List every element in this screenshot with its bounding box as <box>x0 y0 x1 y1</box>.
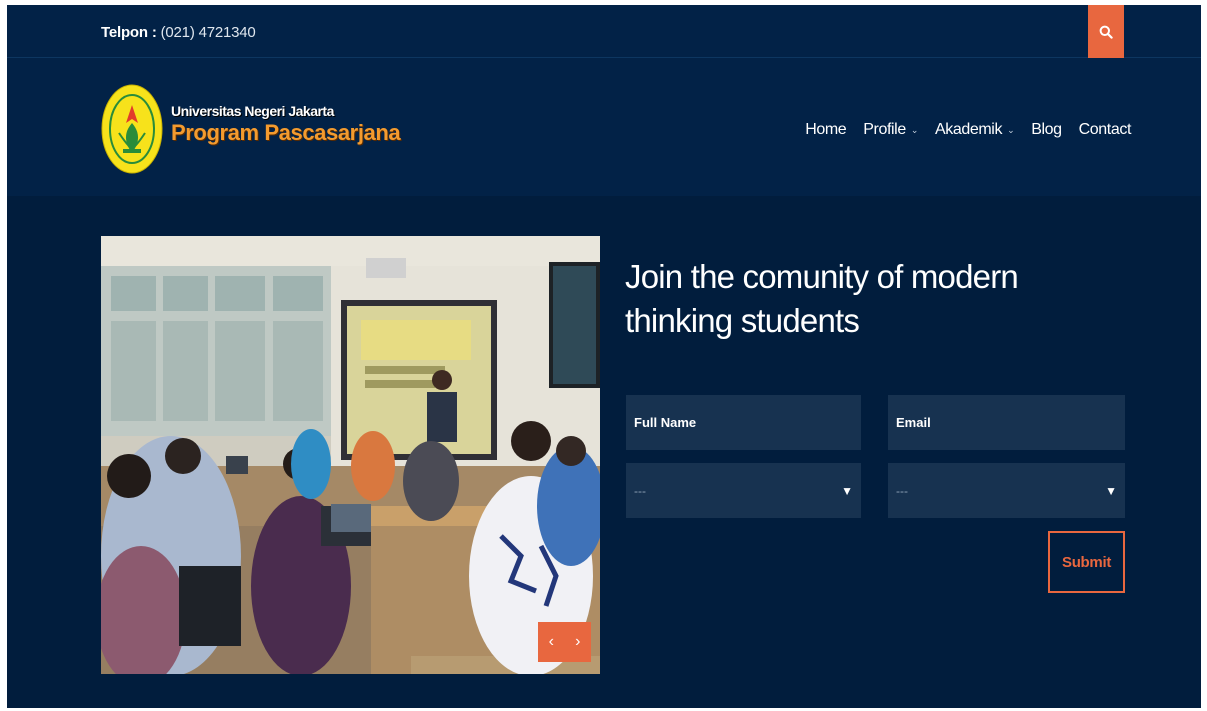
hero-headline: Join the comunity of modern thinking stu… <box>625 258 1019 339</box>
brand-program: Program Pascasarjana <box>171 119 401 145</box>
chevron-down-icon: ⌄ <box>910 124 919 135</box>
chevron-down-icon: ⌄ <box>1007 124 1015 135</box>
page-frame: Telpon : (021) 4721340 Universitas Neger… <box>7 5 1201 708</box>
email-field[interactable]: Email <box>888 395 1125 450</box>
university-seal-icon <box>101 84 163 174</box>
carousel-prev-button[interactable]: ‹ <box>545 633 558 651</box>
nav-item-profile[interactable]: Profile ⌄ <box>863 121 918 139</box>
brand-text: Universitas Negeri Jakarta Program Pasca… <box>171 102 401 146</box>
full-name-field[interactable]: Full Name <box>626 395 861 450</box>
phone-number: (021) 4721340 <box>160 24 256 41</box>
full-name-placeholder: Full Name <box>634 415 697 430</box>
hero-classroom-photo: ‹ › <box>101 236 600 674</box>
nav-item-blog[interactable]: Blog <box>1031 121 1062 139</box>
nav-blog-label: Blog <box>1031 121 1062 138</box>
main-nav: Home Profile ⌄ Akademik ⌄ Blog Contact <box>788 121 1131 139</box>
classroom-image <box>101 236 600 674</box>
nav-profile-label: Profile <box>863 121 906 138</box>
nav-item-home[interactable]: Home <box>805 121 846 139</box>
nav-akademik-label: Akademik <box>935 121 1003 138</box>
program-select-value: --- <box>634 483 646 498</box>
study-select-value: --- <box>896 483 908 498</box>
caret-down-icon: ▼ <box>841 483 853 498</box>
nav-contact-label: Contact <box>1078 121 1132 138</box>
nav-item-akademik[interactable]: Akademik ⌄ <box>935 121 1015 139</box>
program-select[interactable]: --- ▼ <box>626 463 861 518</box>
top-bar: Telpon : (021) 4721340 <box>7 5 1201 58</box>
carousel-controls: ‹ › <box>538 622 591 662</box>
search-icon <box>1099 25 1113 39</box>
nav-home-label: Home <box>805 121 847 138</box>
site-header: Universitas Negeri Jakarta Program Pasca… <box>7 58 1201 196</box>
carousel-next-button[interactable]: › <box>571 633 584 651</box>
site-logo[interactable]: Universitas Negeri Jakarta Program Pasca… <box>101 83 401 175</box>
email-placeholder: Email <box>896 415 931 430</box>
phone-info: Telpon : (021) 4721340 <box>101 24 256 41</box>
nav-item-contact[interactable]: Contact <box>1078 121 1132 139</box>
phone-label: Telpon : <box>101 24 157 41</box>
brand-university: Universitas Negeri Jakarta <box>171 102 334 119</box>
caret-down-icon: ▼ <box>1105 483 1117 498</box>
study-select[interactable]: --- ▼ <box>888 463 1125 518</box>
search-button[interactable] <box>1088 5 1124 58</box>
submit-button[interactable]: Submit <box>1048 531 1125 593</box>
